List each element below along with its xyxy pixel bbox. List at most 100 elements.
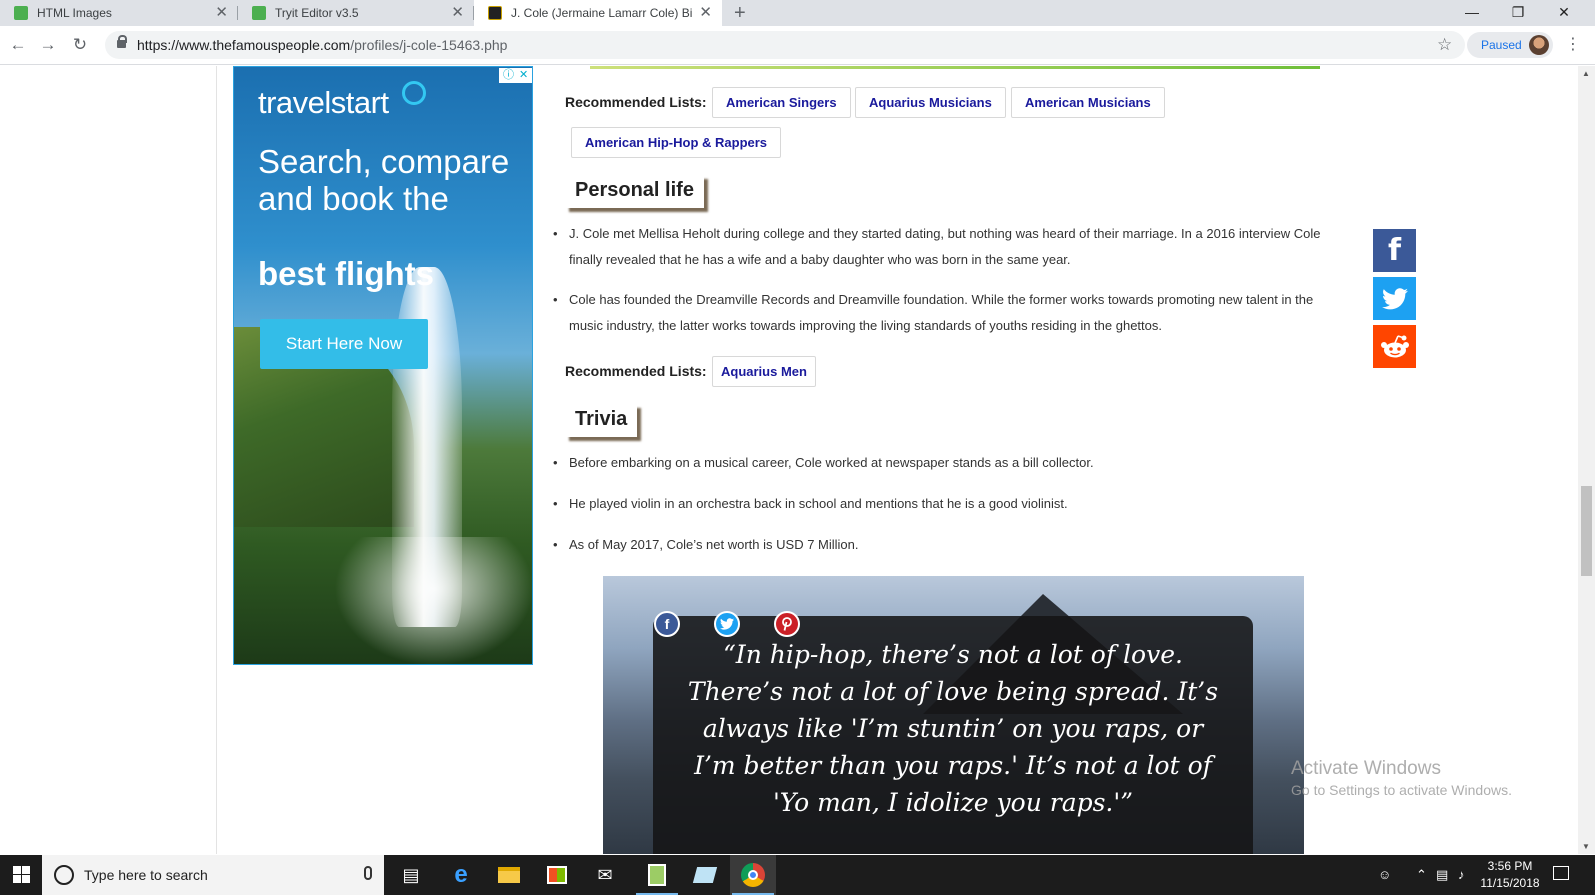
quote-pinterest-share-icon[interactable] <box>774 611 800 637</box>
lock-icon <box>117 35 127 50</box>
w3schools-favicon-icon <box>252 6 266 20</box>
personal-life-list: J. Cole met Mellisa Heholt during colleg… <box>553 221 1333 353</box>
back-arrow-icon[interactable]: ← <box>6 34 30 56</box>
list-chip-american-hiphop-rappers[interactable]: American Hip-Hop & Rappers <box>571 127 782 158</box>
reddit-alien-icon <box>1380 334 1409 357</box>
section-top-rule <box>590 66 1320 69</box>
chrome-logo-icon <box>741 863 765 887</box>
windows-logo-icon <box>13 875 21 883</box>
recommended-lists-label: Recommended Lists: <box>565 94 707 110</box>
w3schools-favicon-icon <box>14 6 28 20</box>
minimize-button[interactable]: — <box>1449 2 1495 22</box>
list-item: Cole has founded the Dreamville Records … <box>553 287 1333 339</box>
chrome-center-icon <box>748 870 758 880</box>
ad-brand-logo: travelstart <box>258 85 389 120</box>
address-bar[interactable]: https://www.thefamouspeople.com/profiles… <box>105 31 1465 59</box>
close-tab-icon[interactable]: ✕ <box>451 5 464 21</box>
folder-icon <box>498 867 520 883</box>
tab-title: J. Cole (Jermaine Lamarr Cole) Bi <box>511 6 693 20</box>
clock-time: 3:56 PM <box>1487 859 1533 873</box>
windows-logo-icon <box>13 866 21 874</box>
list-chip-aquarius-musicians[interactable]: Aquarius Musicians <box>855 87 1006 118</box>
edge-icon[interactable]: e <box>438 855 484 895</box>
store-bag-icon <box>547 866 567 884</box>
network-icon[interactable]: ▤ <box>1436 855 1448 895</box>
twitter-share-button[interactable] <box>1373 277 1416 320</box>
paint-icon[interactable] <box>682 855 728 895</box>
windows-logo-icon <box>22 866 30 874</box>
trivia-list: Before embarking on a musical career, Co… <box>553 450 1333 573</box>
activate-windows-watermark: Activate Windows Go to Settings to activ… <box>1291 758 1512 798</box>
kebab-menu-icon[interactable]: ⋮ <box>1565 34 1581 56</box>
notepad-icon <box>648 864 666 886</box>
reload-icon[interactable]: ↻ <box>68 34 92 56</box>
windows-start-button[interactable] <box>0 855 42 895</box>
close-tab-icon[interactable]: ✕ <box>699 5 712 21</box>
ad-mist-image <box>334 537 532 664</box>
ad-choices[interactable]: ⓘ ✕ <box>499 68 532 83</box>
tab-tryit-editor[interactable]: Tryit Editor v3.5 ✕ <box>238 0 474 26</box>
close-tab-icon[interactable]: ✕ <box>215 5 228 21</box>
chrome-icon[interactable] <box>730 855 776 895</box>
pinterest-icon <box>782 617 792 631</box>
personal-life-heading: Personal life <box>565 175 704 208</box>
ad-close-icon[interactable]: ✕ <box>519 68 528 83</box>
task-view-icon[interactable]: ▤ <box>388 855 434 895</box>
tab-html-images[interactable]: HTML Images ✕ <box>0 0 238 26</box>
quote-facebook-share-icon[interactable]: f <box>654 611 680 637</box>
page-scrollbar[interactable]: ▲ ▼ <box>1578 66 1595 854</box>
close-window-button[interactable]: ✕ <box>1541 2 1587 22</box>
cortana-icon <box>54 865 74 885</box>
page-viewport: travelstart Search, compare and book the… <box>0 66 1595 854</box>
windows-logo-icon <box>22 875 30 883</box>
list-chip-aquarius-men[interactable]: Aquarius Men <box>712 356 816 387</box>
scroll-up-icon[interactable]: ▲ <box>1582 69 1590 78</box>
thefamouspeople-favicon-icon <box>488 6 502 20</box>
store-icon[interactable] <box>534 855 580 895</box>
quote-image: “In hip-hop, there’s not a lot of love. … <box>603 576 1304 854</box>
reddit-share-button[interactable] <box>1373 325 1416 368</box>
ad-cta-button[interactable]: Start Here Now <box>260 319 428 369</box>
chevron-up-icon[interactable]: ⌃ <box>1416 855 1427 895</box>
people-icon[interactable]: ☺ <box>1378 855 1391 895</box>
mail-icon[interactable]: ✉ <box>582 855 628 895</box>
forward-arrow-icon[interactable]: → <box>36 34 60 56</box>
restore-button[interactable]: ❐ <box>1495 2 1541 22</box>
list-item: J. Cole met Mellisa Heholt during colleg… <box>553 221 1333 273</box>
list-chip-american-singers[interactable]: American Singers <box>712 87 851 118</box>
activate-windows-title: Activate Windows <box>1291 758 1441 779</box>
travelstart-ad[interactable]: travelstart Search, compare and book the… <box>233 66 533 665</box>
notification-center-icon[interactable] <box>1553 866 1569 880</box>
facebook-share-button[interactable]: f <box>1373 229 1416 272</box>
quote-twitter-share-icon[interactable] <box>714 611 740 637</box>
scroll-thumb[interactable] <box>1581 486 1592 576</box>
volume-icon[interactable]: ♪ <box>1458 855 1465 895</box>
url-path: /profiles/j-cole-15463.php <box>350 37 508 53</box>
twitter-bird-icon <box>720 618 734 630</box>
quote-text: “In hip-hop, there’s not a lot of love. … <box>687 640 1219 817</box>
tab-j-cole[interactable]: J. Cole (Jermaine Lamarr Cole) Bi ✕ <box>474 0 722 26</box>
profile-button[interactable]: Paused <box>1467 32 1553 58</box>
new-tab-button[interactable]: + <box>734 1 746 25</box>
taskbar-search-input[interactable]: Type here to search <box>42 855 384 895</box>
microphone-icon[interactable] <box>364 866 372 880</box>
recommended-lists-label: Recommended Lists: <box>565 363 707 379</box>
tab-title: Tryit Editor v3.5 <box>275 6 359 20</box>
facebook-icon: f <box>1387 233 1402 268</box>
scroll-down-icon[interactable]: ▼ <box>1582 842 1590 851</box>
bookmark-star-icon[interactable]: ☆ <box>1437 34 1452 56</box>
ad-headline-bold: best flights <box>258 255 435 292</box>
navigation-bar: ← → ↻ https://www.thefamouspeople.com/pr… <box>0 26 1595 65</box>
page-divider <box>216 66 217 854</box>
windows-taskbar: Type here to search ▤ e ✉ ☺ ⌃ ▤ ♪ 3:56 P… <box>0 855 1595 895</box>
ad-info-icon[interactable]: ⓘ <box>503 68 514 83</box>
search-placeholder: Type here to search <box>84 867 208 883</box>
file-explorer-icon[interactable] <box>486 855 532 895</box>
taskbar-clock[interactable]: 3:56 PM 11/15/2018 <box>1475 858 1545 892</box>
ad-logo-ring-icon <box>402 81 426 105</box>
tab-title: HTML Images <box>37 6 112 20</box>
tab-strip: HTML Images ✕ Tryit Editor v3.5 ✕ J. Col… <box>0 0 1595 26</box>
list-chip-american-musicians[interactable]: American Musicians <box>1011 87 1165 118</box>
list-item: He played violin in an orchestra back in… <box>553 491 1333 517</box>
notepad-plus-icon[interactable] <box>634 855 680 895</box>
